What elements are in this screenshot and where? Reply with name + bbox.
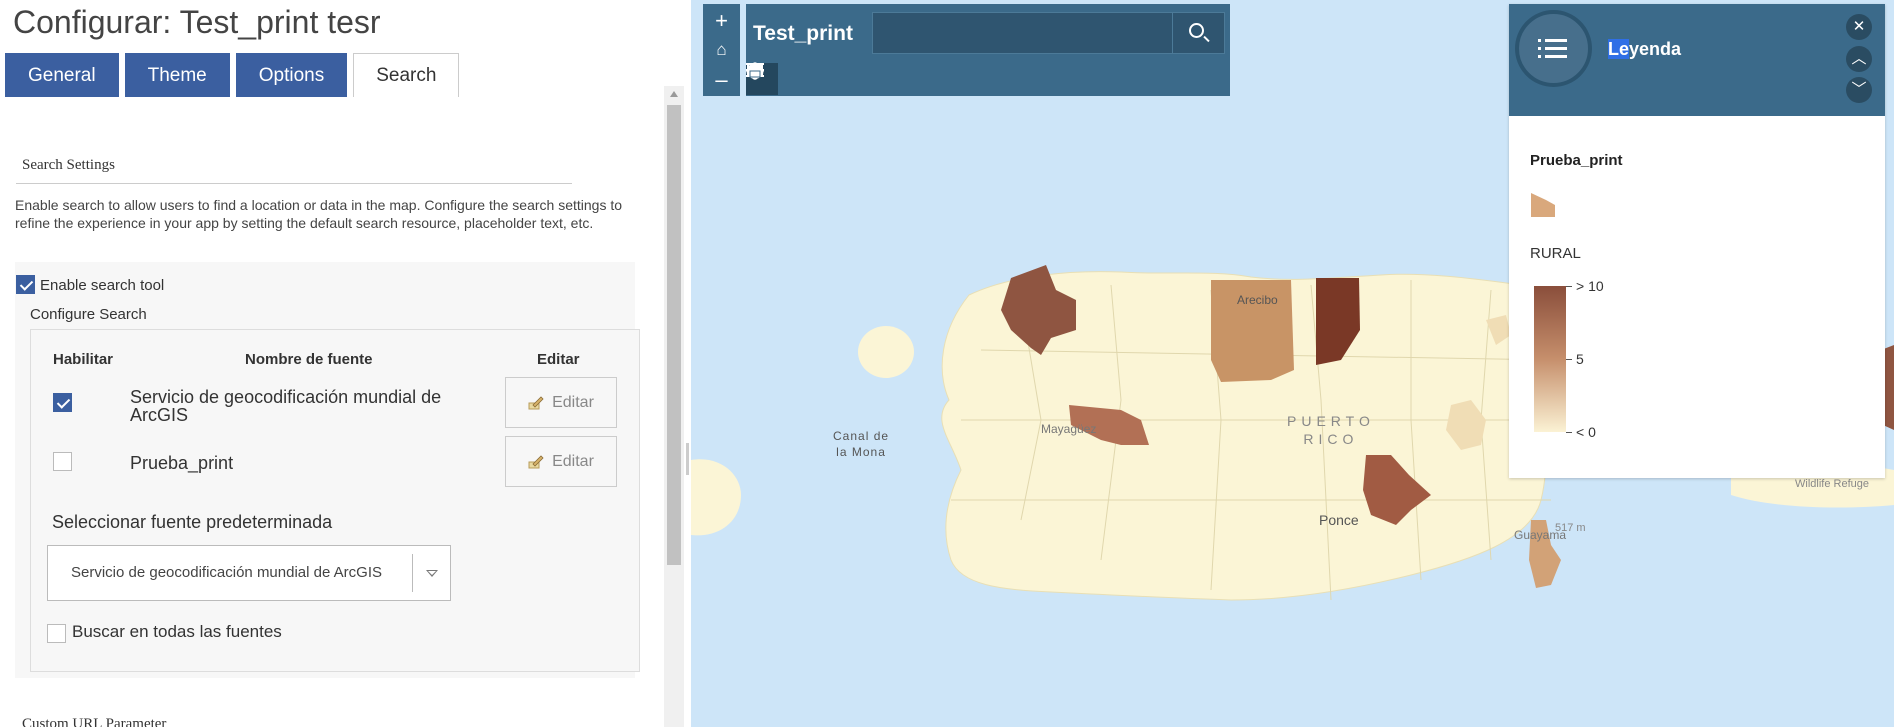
source-name-prueba: Prueba_print — [130, 453, 234, 473]
print-icon — [747, 63, 763, 78]
enable-search-label: Enable search tool — [40, 277, 165, 294]
legend-color-ramp — [1534, 286, 1566, 432]
scroll-up-icon[interactable] — [670, 91, 678, 97]
edit-pencil-icon — [528, 454, 544, 469]
map-label-elevation: 517 m — [1555, 522, 1586, 534]
search-all-sources-label: Buscar en todas las fuentes — [72, 622, 282, 641]
map-label-mayaguez: Mayagüez — [1041, 422, 1097, 436]
print-tool-button[interactable] — [747, 63, 943, 95]
legend-layer-name: Prueba_print — [1530, 152, 1623, 169]
ramp-tick-high — [1566, 286, 1572, 287]
source-name-geocoder: Servicio de geocodificación mundial de A… — [130, 387, 442, 425]
zoom-in-button[interactable]: + — [703, 6, 740, 36]
tab-options[interactable]: Options — [235, 53, 348, 97]
toolbar — [746, 62, 1230, 96]
source-enable-checkbox-geocoder[interactable] — [53, 393, 72, 412]
zoom-controls: + ⌂ – — [703, 4, 740, 96]
edit-pencil-icon — [528, 395, 544, 410]
map-label-wildlife: Wildlife Refuge — [1795, 478, 1869, 490]
search-icon — [1189, 23, 1204, 38]
default-source-value: Servicio de geocodificación mundial de A… — [71, 564, 383, 581]
app-title: Test_print — [753, 22, 853, 45]
legend-layer-swatch — [1531, 193, 1555, 217]
edit-button-label: Editar — [552, 452, 594, 470]
ramp-label-low: < 0 — [1576, 424, 1596, 440]
select-divider — [412, 554, 413, 592]
section-title: Search Settings — [22, 157, 115, 173]
map-label-arecibo: Arecibo — [1237, 293, 1278, 307]
ramp-tick-low — [1566, 432, 1572, 433]
config-panel: Configurar: Test_print tesr General Them… — [0, 0, 690, 727]
tab-general[interactable]: General — [5, 53, 119, 97]
chevron-up-icon[interactable]: ︿ — [1846, 46, 1872, 72]
zoom-out-button[interactable]: – — [703, 65, 740, 95]
chevron-down-icon — [426, 570, 438, 577]
panel-splitter-handle[interactable] — [686, 443, 689, 475]
default-source-label: Seleccionar fuente predeterminada — [52, 512, 333, 532]
share-tool-button[interactable] — [746, 62, 910, 95]
app-header: Test_print — [746, 4, 1230, 96]
map-search-input[interactable] — [872, 12, 1225, 54]
close-icon[interactable]: ✕ — [1846, 14, 1872, 40]
legend-panel: Leyenda ✕ ︿ ﹀ Prueba_print RURAL > 10 5 … — [1509, 4, 1885, 478]
page-title: Configurar: Test_print tesr — [13, 4, 381, 40]
legend-title-rest: yenda — [1629, 39, 1682, 59]
legend-panel-icon — [1515, 10, 1592, 87]
configure-search-label: Configure Search — [30, 306, 147, 323]
map-label-canal: Canal de la Mona — [833, 429, 890, 459]
map-label-puerto-rico: PUERTO RICO — [1287, 413, 1375, 447]
legend-title: Leyenda — [1608, 39, 1681, 60]
panel-scrollbar[interactable] — [664, 86, 684, 727]
ramp-tick-mid — [1566, 359, 1572, 360]
search-all-sources-checkbox[interactable] — [47, 624, 66, 643]
tab-search[interactable]: Search — [353, 53, 460, 97]
column-header-edit: Editar — [537, 351, 580, 368]
column-header-enable: Habilitar — [53, 351, 114, 368]
ramp-label-high: > 10 — [1576, 278, 1604, 294]
legend-field-name: RURAL — [1530, 245, 1581, 262]
section-divider — [16, 183, 572, 184]
edit-button-label: Editar — [552, 393, 594, 411]
source-enable-checkbox-prueba[interactable] — [53, 452, 72, 471]
legend-header: Leyenda ✕ ︿ ﹀ — [1509, 4, 1885, 116]
ramp-label-mid: 5 — [1576, 351, 1584, 367]
default-source-select[interactable]: Servicio de geocodificación mundial de A… — [47, 545, 451, 601]
info-tool-button[interactable] — [747, 63, 877, 95]
legend-title-highlight: Le — [1608, 39, 1630, 59]
edit-source-button-prueba[interactable]: Editar — [505, 436, 617, 487]
search-description: Enable search to allow users to find a l… — [15, 197, 623, 231]
map-label-ponce: Ponce — [1319, 512, 1359, 528]
tab-theme[interactable]: Theme — [124, 53, 230, 97]
layers-tool-button[interactable] — [746, 63, 811, 95]
column-header-source-name: Nombre de fuente — [245, 351, 373, 368]
basemap-gallery-button[interactable] — [747, 63, 844, 95]
home-button[interactable]: ⌂ — [703, 35, 740, 65]
scrollbar-thumb[interactable] — [667, 105, 681, 565]
chevron-down-icon[interactable]: ﹀ — [1846, 77, 1872, 103]
enable-search-checkbox[interactable] — [16, 275, 35, 294]
edit-source-button-geocoder[interactable]: Editar — [505, 377, 617, 428]
search-button[interactable] — [1172, 13, 1224, 53]
tab-bar: General Theme Options Search — [5, 53, 465, 97]
custom-url-section-title: Custom URL Parameter — [22, 716, 167, 727]
